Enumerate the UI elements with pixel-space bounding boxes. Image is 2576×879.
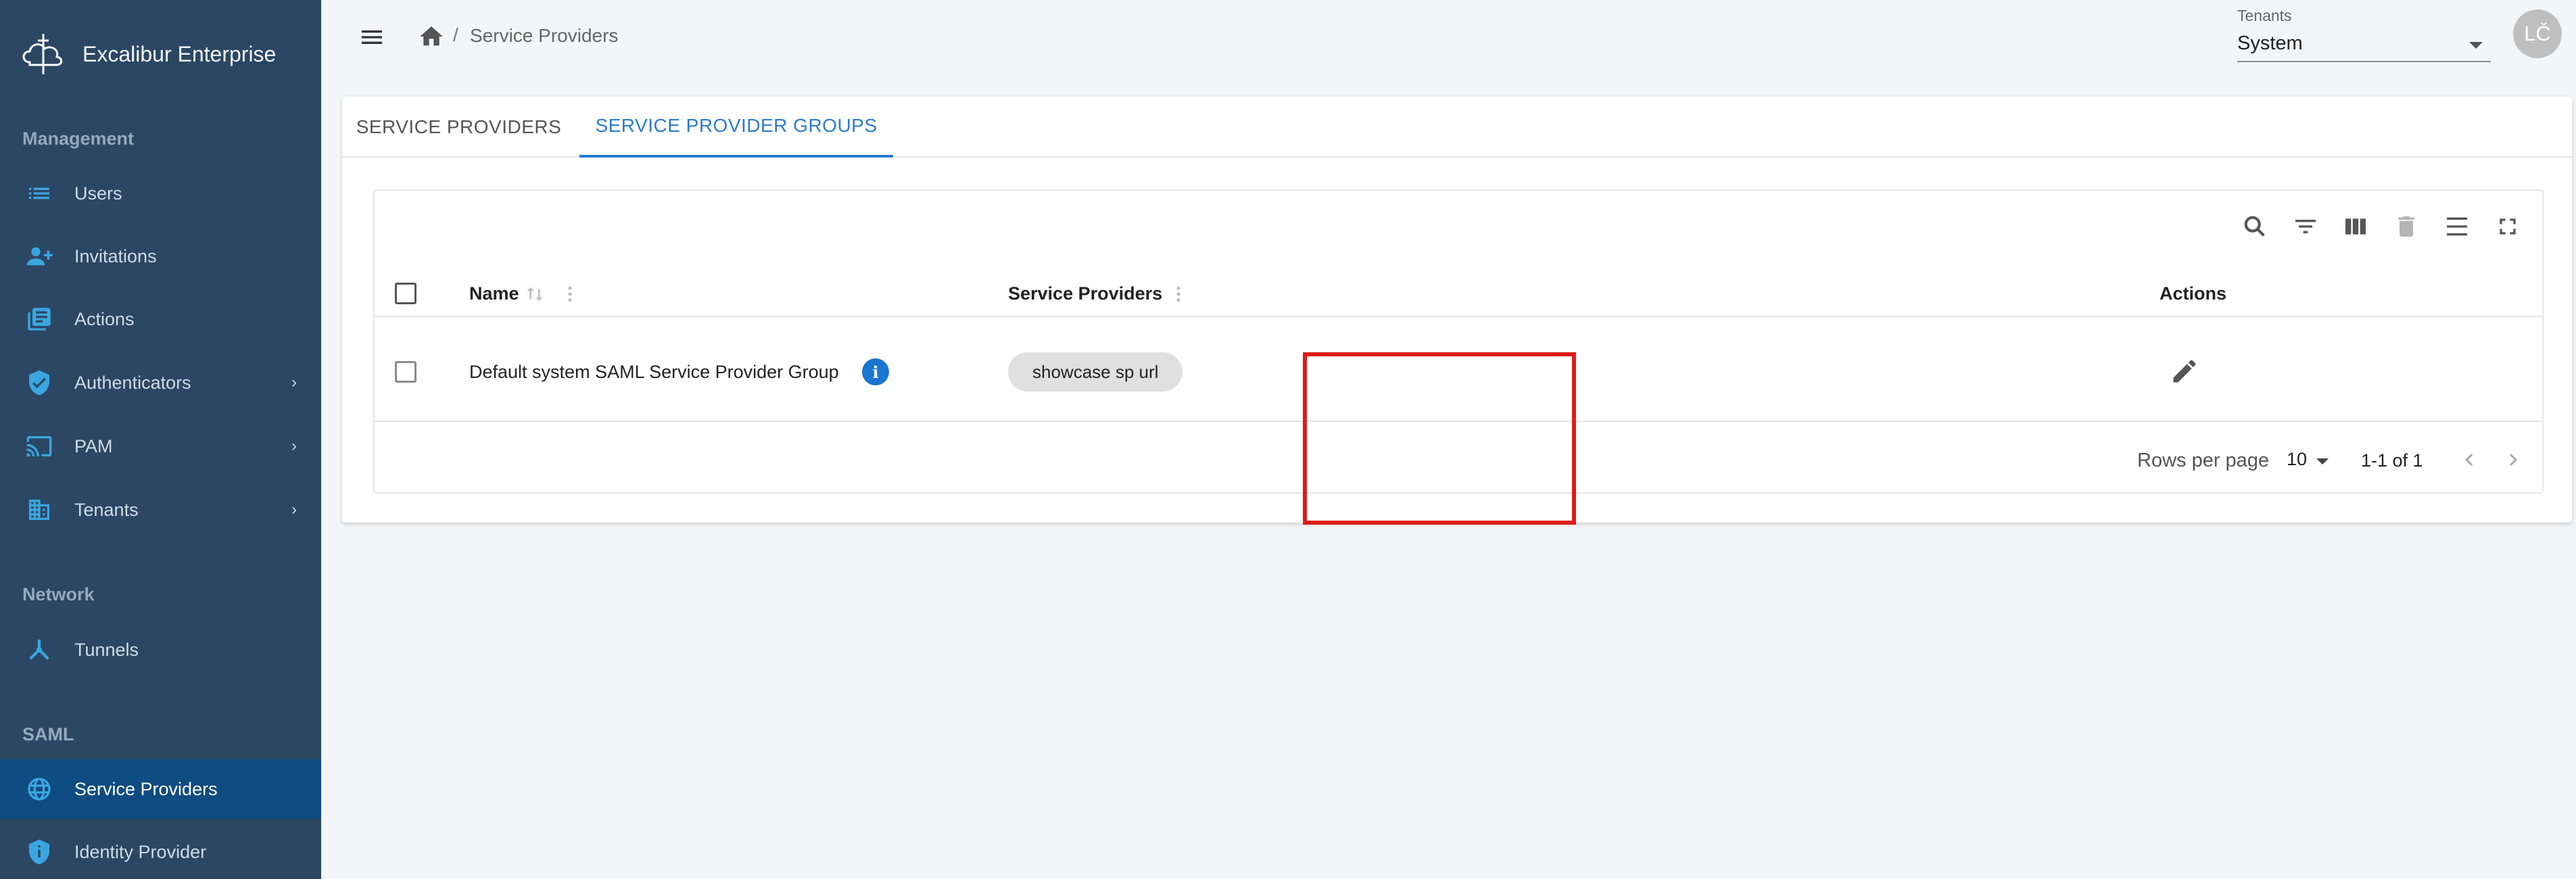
sidebar: Excalibur Enterprise Management Users In…	[0, 0, 321, 879]
home-icon[interactable]	[418, 23, 445, 50]
select-all-checkbox[interactable]	[395, 283, 416, 304]
chevron-right-icon: ›	[291, 500, 297, 519]
column-menu-icon[interactable]	[560, 284, 580, 304]
cloud-sword-logo-icon	[22, 34, 63, 74]
breadcrumb-current: Service Providers	[470, 25, 619, 46]
sidebar-item-authenticators[interactable]: Authenticators ›	[0, 353, 321, 412]
sidebar-item-actions[interactable]: Actions	[0, 289, 321, 349]
brand[interactable]: Excalibur Enterprise	[16, 27, 276, 81]
section-title-saml: SAML	[22, 724, 74, 744]
search-button[interactable]	[2239, 211, 2270, 242]
column-header-actions: Actions	[2160, 283, 2227, 304]
shield-info-icon	[24, 837, 54, 867]
info-icon[interactable]: i	[862, 358, 889, 385]
sidebar-item-label: Actions	[74, 308, 135, 329]
chevron-right-icon: ›	[291, 373, 297, 391]
sidebar-item-invitations[interactable]: Invitations	[0, 227, 321, 286]
edit-icon[interactable]	[2170, 356, 2199, 386]
dropdown-arrow-icon	[2469, 42, 2483, 49]
main-card: SERVICE PROVIDERS SERVICE PROVIDER GROUP…	[342, 97, 2572, 525]
sidebar-item-label: Tunnels	[74, 639, 139, 660]
row-checkbox[interactable]	[395, 361, 416, 383]
sidebar-item-pam[interactable]: PAM ›	[0, 417, 321, 476]
delete-button[interactable]	[2391, 211, 2422, 242]
sort-icon[interactable]	[525, 284, 545, 304]
column-menu-icon[interactable]	[1168, 284, 1189, 304]
tab-bar: SERVICE PROVIDERS SERVICE PROVIDER GROUP…	[342, 97, 2572, 158]
sidebar-item-users[interactable]: Users	[0, 164, 321, 223]
list-icon	[24, 179, 54, 208]
hub-icon	[24, 635, 54, 665]
brand-name: Excalibur Enterprise	[82, 41, 277, 66]
menu-button[interactable]	[355, 20, 389, 54]
rows-per-page-value: 10	[2287, 449, 2308, 469]
hamburger-menu-icon	[362, 30, 382, 44]
chevron-right-icon: ›	[291, 437, 297, 455]
view-column-icon	[2345, 218, 2366, 235]
globe-icon	[24, 774, 54, 804]
sidebar-item-label: Authenticators	[74, 372, 191, 393]
filter-list-icon	[2295, 220, 2316, 233]
sidebar-item-label: Tenants	[74, 499, 139, 520]
delete-icon	[2398, 216, 2414, 237]
sidebar-item-label: Service Providers	[74, 778, 218, 799]
sidebar-item-label: Invitations	[74, 245, 157, 266]
pagination-range: 1-1 of 1	[2361, 450, 2423, 471]
column-header-name[interactable]: Name	[469, 283, 519, 304]
avatar[interactable]: LČ	[2513, 9, 2562, 58]
column-header-service-providers[interactable]: Service Providers	[1008, 283, 1162, 304]
dropdown-arrow-icon	[2316, 458, 2329, 465]
sidebar-item-service-providers[interactable]: Service Providers	[0, 759, 321, 819]
service-provider-chip[interactable]: showcase sp url	[1008, 352, 1183, 391]
cast-icon	[24, 431, 54, 461]
sidebar-item-label: PAM	[74, 435, 113, 456]
tenants-select[interactable]: System	[2237, 27, 2491, 62]
tenants-select-value: System	[2237, 32, 2303, 54]
sidebar-item-identity-provider[interactable]: Identity Provider	[0, 822, 321, 879]
sidebar-item-tunnels[interactable]: Tunnels	[0, 620, 321, 680]
filter-button[interactable]	[2290, 211, 2321, 242]
density-button[interactable]	[2441, 211, 2473, 242]
section-title-management: Management	[22, 128, 135, 149]
cell-name: Default system SAML Service Provider Gro…	[469, 362, 839, 382]
sidebar-item-label: Users	[74, 183, 122, 204]
header-divider	[375, 316, 2542, 317]
tenants-label: Tenants	[2237, 7, 2292, 24]
breadcrumb-separator: /	[453, 24, 458, 45]
columns-button[interactable]	[2340, 211, 2371, 242]
tab-service-provider-groups[interactable]: SERVICE PROVIDER GROUPS	[579, 97, 893, 158]
person-add-icon	[24, 241, 54, 271]
library-books-icon	[24, 304, 54, 334]
tab-service-providers[interactable]: SERVICE PROVIDERS	[342, 97, 575, 158]
fullscreen-button[interactable]	[2492, 211, 2523, 242]
sidebar-item-tenants[interactable]: Tenants ›	[0, 480, 321, 540]
search-icon	[2244, 216, 2265, 237]
topbar: / Service Providers Tenants System LČ	[321, 0, 2576, 74]
rows-per-page-select[interactable]: 10	[2287, 448, 2334, 475]
section-title-network: Network	[22, 584, 95, 604]
highlight-box	[1303, 352, 1576, 525]
chevron-right-icon[interactable]	[2501, 448, 2525, 472]
chevron-left-icon[interactable]	[2457, 448, 2481, 472]
building-icon	[24, 495, 54, 525]
rows-per-page-label: Rows per page	[2137, 450, 2270, 471]
sidebar-item-label: Identity Provider	[74, 841, 207, 862]
density-icon	[2447, 217, 2467, 236]
fullscreen-icon	[2500, 218, 2516, 235]
verified-shield-icon	[24, 368, 54, 398]
